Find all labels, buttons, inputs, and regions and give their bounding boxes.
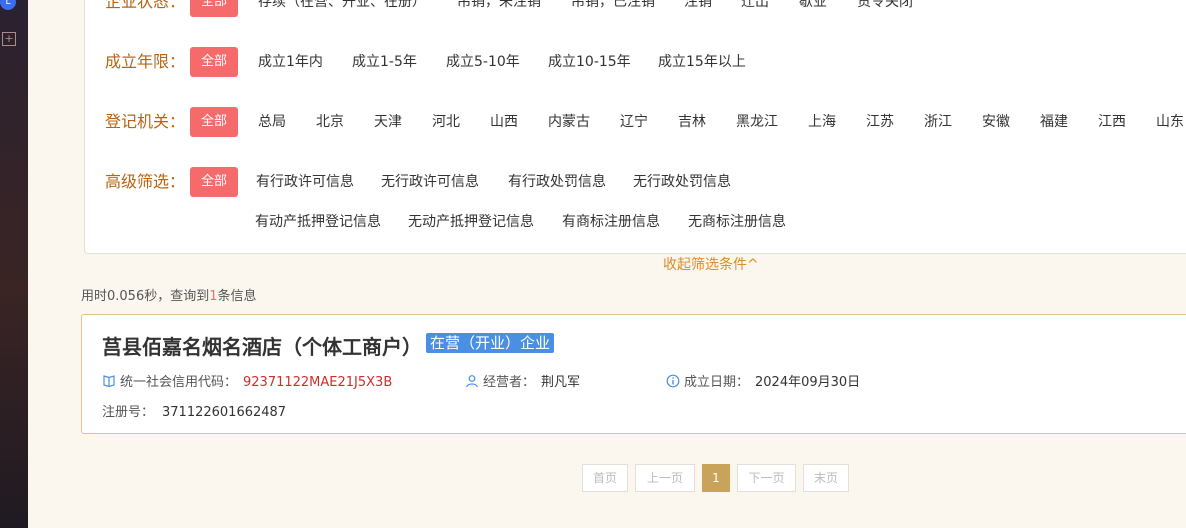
filter-status-option[interactable]: 吊销，未注销 — [457, 0, 541, 17]
filter-status-option[interactable]: 注销 — [684, 0, 712, 17]
filter-authority-option[interactable]: 北京 — [316, 107, 344, 137]
reg-no-field: 注册号： 371122601662487 — [102, 401, 286, 420]
filter-advanced-all[interactable]: 全部 — [190, 167, 238, 197]
last-page-button[interactable]: 末页 — [803, 464, 849, 492]
filter-advanced-option[interactable]: 无动产抵押登记信息 — [408, 207, 534, 237]
result-summary-suffix: 条信息 — [217, 289, 257, 304]
filter-advanced-option[interactable]: 无商标注册信息 — [688, 207, 786, 237]
filter-authority-option[interactable]: 河北 — [432, 107, 460, 137]
prev-page-button[interactable]: 上一页 — [635, 464, 695, 492]
filter-advanced-option[interactable]: 有商标注册信息 — [562, 207, 660, 237]
filter-status-option[interactable]: 歇业 — [799, 0, 827, 17]
filter-authority-option[interactable]: 吉林 — [678, 107, 706, 137]
filter-authority-option[interactable]: 福建 — [1040, 107, 1068, 137]
filter-years-option[interactable]: 成立5-10年 — [446, 47, 520, 77]
page-1-button[interactable]: 1 — [702, 464, 730, 492]
filter-authority-option[interactable]: 安徽 — [982, 107, 1010, 137]
result-card[interactable]: 莒县佰嘉名烟名酒店（个体工商户） 在营（开业）企业 统一社会信用代码： 92371… — [81, 314, 1186, 434]
filter-panel: 企业状态： 全部 存续（在营、开业、在册） 吊销，未注销 吊销，已注销 注销 迁… — [84, 0, 1186, 254]
company-name-link[interactable]: 莒县佰嘉名烟名酒店（个体工商户） — [102, 331, 422, 360]
filter-authority-option[interactable]: 上海 — [808, 107, 836, 137]
filter-authority-option[interactable]: 辽宁 — [620, 107, 648, 137]
operator-label: 经营者： — [483, 375, 536, 390]
operator-field: 经营者： 荆凡军 — [465, 371, 580, 390]
add-box-icon[interactable]: + — [2, 32, 16, 46]
filter-label-authority: 登记机关： — [105, 112, 186, 131]
first-page-button[interactable]: 首页 — [582, 464, 628, 492]
filter-advanced-option[interactable]: 有行政处罚信息 — [508, 167, 606, 197]
established-value: 2024年09月30日 — [755, 375, 861, 390]
filter-row-advanced-2: 有动产抵押登记信息 无动产抵押登记信息 有商标注册信息 无商标注册信息 — [85, 207, 1186, 237]
filter-advanced-option[interactable]: 有行政许可信息 — [256, 167, 354, 197]
collapse-filters-link[interactable]: 收起筛选条件^ — [663, 254, 759, 274]
filter-label-advanced: 高级筛选： — [105, 172, 186, 191]
credit-code-label: 统一社会信用代码： — [120, 375, 238, 390]
filter-authority-option[interactable]: 山西 — [490, 107, 518, 137]
user-icon — [466, 375, 478, 388]
filter-status-all[interactable]: 全部 — [190, 0, 238, 17]
filter-authority-option[interactable]: 黑龙江 — [736, 107, 778, 137]
filter-row-years: 成立年限： 全部 成立1年内 成立1-5年 成立5-10年 成立10-15年 成… — [85, 47, 1186, 77]
reg-no-label: 注册号： — [102, 405, 155, 420]
filter-row-advanced: 高级筛选： 全部 有行政许可信息 无行政许可信息 有行政处罚信息 无行政处罚信息 — [85, 167, 1186, 197]
filter-advanced-option[interactable]: 无行政处罚信息 — [633, 167, 731, 197]
result-summary: 用时0.056秒，查询到1条信息 — [81, 285, 257, 304]
filter-years-option[interactable]: 成立15年以上 — [658, 47, 746, 77]
filter-row-authority: 登记机关： 全部 总局 北京 天津 河北 山西 内蒙古 辽宁 吉林 黑龙江 上海… — [85, 107, 1186, 137]
filter-status-option[interactable]: 存续（在营、开业、在册） — [258, 0, 426, 17]
filter-years-option[interactable]: 成立1年内 — [258, 47, 323, 77]
filter-advanced-option[interactable]: 有动产抵押登记信息 — [255, 207, 381, 237]
filter-years-option[interactable]: 成立1-5年 — [352, 47, 417, 77]
credit-code-field: 统一社会信用代码： 92371122MAE21J5X3B — [102, 371, 392, 390]
status-badge: 在营（开业）企业 — [426, 333, 555, 353]
result-summary-prefix: 用时0.056秒，查询到 — [81, 289, 210, 304]
next-page-button[interactable]: 下一页 — [737, 464, 796, 492]
established-field: 成立日期： 2024年09月30日 — [666, 371, 860, 390]
filter-authority-option[interactable]: 天津 — [374, 107, 402, 137]
filter-row-status: 企业状态： 全部 存续（在营、开业、在册） 吊销，未注销 吊销，已注销 注销 迁… — [85, 0, 1186, 17]
result-count: 1 — [209, 289, 218, 304]
filter-status-option[interactable]: 吊销，已注销 — [571, 0, 655, 17]
filter-authority-option[interactable]: 内蒙古 — [548, 107, 590, 137]
notification-dot-icon[interactable]: L — [0, 0, 16, 10]
filter-authority-option[interactable]: 浙江 — [924, 107, 952, 137]
filter-advanced-option[interactable]: 无行政许可信息 — [381, 167, 479, 197]
filter-years-option[interactable]: 成立10-15年 — [548, 47, 631, 77]
filter-label-status: 企业状态： — [105, 0, 186, 11]
filter-authority-option[interactable]: 总局 — [258, 107, 286, 137]
operator-value: 荆凡军 — [541, 375, 581, 390]
filter-authority-all[interactable]: 全部 — [190, 107, 238, 137]
left-sidebar-strip: L + — [0, 0, 28, 528]
info-icon — [666, 374, 680, 388]
filter-years-all[interactable]: 全部 — [190, 47, 238, 77]
established-label: 成立日期： — [684, 375, 750, 390]
filter-authority-option[interactable]: 江西 — [1098, 107, 1126, 137]
credit-code-value: 92371122MAE21J5X3B — [243, 375, 393, 390]
reg-no-value: 371122601662487 — [162, 405, 287, 420]
book-icon — [103, 375, 115, 388]
filter-authority-option[interactable]: 江苏 — [866, 107, 894, 137]
filter-status-option[interactable]: 责令关闭 — [857, 0, 913, 17]
filter-authority-option[interactable]: 山东 — [1156, 107, 1184, 137]
filter-status-option[interactable]: 迁出 — [741, 0, 769, 17]
filter-label-years: 成立年限： — [105, 52, 186, 71]
